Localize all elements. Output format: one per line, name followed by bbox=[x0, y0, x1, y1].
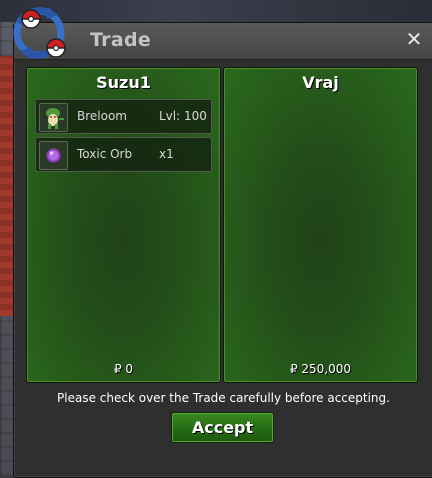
trader-name-right: Vraj bbox=[302, 73, 339, 92]
trade-item-row[interactable]: Breloom Lvl: 100 bbox=[35, 99, 212, 134]
item-name: Toxic Orb bbox=[77, 147, 133, 161]
title-bar[interactable]: Trade ✕ bbox=[14, 23, 432, 60]
toxic-orb-icon bbox=[39, 141, 68, 170]
trade-notice: Please check over the Trade carefully be… bbox=[57, 391, 390, 405]
money-amount-right: ₽ 250,000 bbox=[289, 362, 352, 376]
trade-item-row[interactable]: Toxic Orb x1 bbox=[35, 137, 212, 172]
item-level: Lvl: 100 bbox=[159, 109, 207, 123]
trader-name-left: Suzu1 bbox=[96, 73, 151, 92]
trade-window: Trade ✕ Suzu1 Breloom Lvl: 100 Toxic Orb… bbox=[13, 22, 432, 478]
item-quantity: x1 bbox=[159, 147, 174, 161]
trade-logo-icon bbox=[13, 7, 66, 59]
trade-panel-left: Suzu1 Breloom Lvl: 100 Toxic Orb x1 ₽ 0 bbox=[26, 67, 221, 383]
close-icon[interactable]: ✕ bbox=[405, 29, 423, 49]
item-name: Breloom bbox=[77, 109, 127, 123]
accept-button[interactable]: Accept bbox=[171, 412, 274, 443]
breloom-pokemon-icon bbox=[39, 103, 68, 132]
window-title: Trade bbox=[90, 29, 152, 51]
trade-panel-right: Vraj ₽ 250,000 bbox=[223, 67, 418, 383]
money-amount-left: ₽ 0 bbox=[113, 362, 134, 376]
